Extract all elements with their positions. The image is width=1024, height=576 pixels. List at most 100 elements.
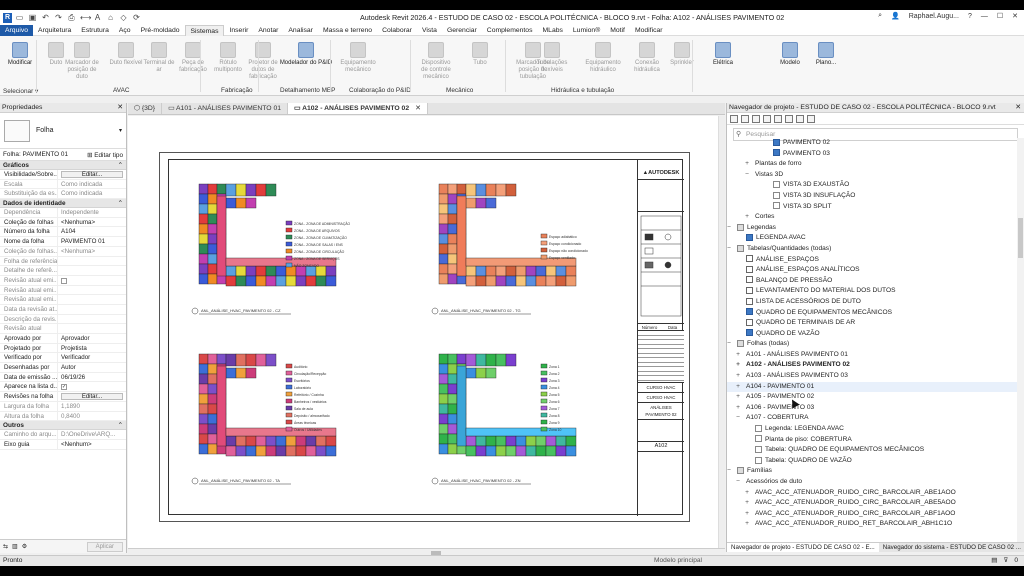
type-selector[interactable]: Folha ▾ xyxy=(0,113,126,149)
collapse-icon[interactable]: − xyxy=(727,244,733,255)
ribbon-button[interactable]: Marcador de posição de duto xyxy=(64,42,100,81)
expand-icon[interactable]: + xyxy=(734,371,742,382)
ribbon-group-label[interactable]: Detalhamento MEP xyxy=(280,87,335,94)
tab-inserir[interactable]: Inserir xyxy=(224,25,253,36)
filter-icon[interactable]: ⊽ xyxy=(1004,556,1009,566)
tab-lumion-[interactable]: Lumion® xyxy=(568,25,605,36)
ribbon-group-label[interactable]: Selecionar ▾ xyxy=(3,87,38,95)
ribbon-button[interactable]: Modificar xyxy=(2,42,38,67)
measure-icon[interactable]: ⟷ xyxy=(80,13,91,22)
tab-pr-moldado[interactable]: Pré-moldado xyxy=(136,25,185,36)
ribbon-group-label[interactable]: Colaboração do P&ID xyxy=(349,87,411,94)
browser-tree-item[interactable]: − Tabelas/Quantidades (todas) xyxy=(727,244,1017,255)
close-icon[interactable]: ✕ xyxy=(1012,12,1018,20)
ribbon-button[interactable]: Dispositivo de controle mecânico xyxy=(418,42,454,81)
model-selector[interactable]: Modelo principal xyxy=(654,556,702,566)
expand-icon[interactable]: + xyxy=(743,509,751,520)
expand-icon[interactable]: + xyxy=(734,350,742,361)
property-value[interactable]: Aprovador xyxy=(58,334,126,343)
ribbon-button[interactable]: Conexão hidráulica xyxy=(629,42,665,74)
tab-gerenciar[interactable]: Gerenciar xyxy=(442,25,482,36)
collapse-icon[interactable]: − xyxy=(727,339,733,350)
view-tab[interactable]: ▭ A101 - ANÁLISES PAVIMENTO 01 xyxy=(162,103,289,114)
worksets-icon[interactable]: ▤ xyxy=(991,556,997,566)
section-icon[interactable]: ◇ xyxy=(119,13,128,22)
expand-icon[interactable]: + xyxy=(743,488,751,499)
checkbox[interactable]: ✓ xyxy=(61,384,67,391)
property-checkbox[interactable] xyxy=(58,276,126,285)
property-value[interactable]: Verificador xyxy=(58,353,126,362)
browser-tree-item[interactable]: − Acessórios de duto xyxy=(727,477,1017,488)
save-icon[interactable]: ▣ xyxy=(28,13,37,22)
ribbon-button[interactable]: Modelo xyxy=(772,42,808,67)
property-value[interactable] xyxy=(58,266,126,275)
minimize-icon[interactable]: — xyxy=(981,13,988,20)
browser-tree-item[interactable]: Tabela: QUADRO DE EQUIPAMENTOS MECÂNICOS xyxy=(727,445,1017,456)
property-value[interactable]: <Nenhuma> xyxy=(58,247,126,256)
collapse-icon[interactable]: ⌃ xyxy=(118,199,123,208)
floor-plan-view[interactable]: Espaço adiabático Espaço condicionado Espa… xyxy=(431,183,588,315)
search-icon[interactable]: ⌕ xyxy=(878,12,882,20)
properties-help-icon[interactable]: ⇆ xyxy=(3,543,8,550)
edit-type-button[interactable]: ⊞ Editar tipo xyxy=(87,151,123,159)
property-value[interactable]: <Nenhum> xyxy=(58,440,126,449)
browser-tree-item[interactable]: LEGENDA AVAC xyxy=(727,233,1017,244)
browser-scrollbar[interactable] xyxy=(1017,138,1024,546)
close-icon[interactable]: ✕ xyxy=(117,103,123,113)
property-value[interactable]: <Nenhuma> xyxy=(58,218,126,227)
property-section[interactable]: Dados de identidade ⌃ xyxy=(0,199,126,209)
expand-icon[interactable]: + xyxy=(743,498,751,509)
ribbon-button[interactable]: Duto flexível xyxy=(108,42,144,67)
property-value[interactable] xyxy=(58,305,126,314)
property-value[interactable]: Como indicada xyxy=(58,189,126,198)
property-value[interactable]: 1,1890 xyxy=(58,402,126,411)
browser-tool-icon[interactable] xyxy=(763,114,771,123)
floor-plan-view[interactable]: Auditório Circulação/Recepção Escritórios L… xyxy=(191,353,337,485)
property-value[interactable]: Independente xyxy=(58,208,126,217)
open-icon[interactable]: ▭ xyxy=(15,13,24,22)
view-tab[interactable]: ▭ A102 - ANÁLISES PAVIMENTO 02 ✕ xyxy=(288,103,428,114)
browser-tree-item[interactable]: + A104 - PAVIMENTO 01 xyxy=(727,381,1017,393)
browser-tree-item[interactable]: Legenda: LEGENDA AVAC xyxy=(727,424,1017,435)
browser-tree-item[interactable]: + A106 - PAVIMENTO 03 xyxy=(727,403,1017,414)
property-value[interactable]: Autor xyxy=(58,363,126,372)
redo-icon[interactable]: ↷ xyxy=(54,13,63,22)
expand-icon[interactable]: + xyxy=(734,382,742,393)
edit-button[interactable]: Editar... xyxy=(61,393,123,400)
canvas-vertical-scrollbar[interactable] xyxy=(718,116,725,548)
browser-tree-item[interactable]: + A102 - ANÁLISES PAVIMENTO 02 xyxy=(727,360,1017,371)
property-value[interactable] xyxy=(58,315,126,324)
apply-button[interactable]: Aplicar xyxy=(86,541,123,552)
ribbon-button[interactable]: Elétrica xyxy=(705,42,741,67)
collapse-icon[interactable]: − xyxy=(727,223,733,234)
close-icon[interactable]: ✕ xyxy=(1015,103,1021,113)
tab-analisar[interactable]: Analisar xyxy=(283,25,318,36)
collapse-icon[interactable]: ⌃ xyxy=(118,161,123,170)
browser-tool-icon[interactable] xyxy=(741,114,749,123)
browser-tree-item[interactable]: + Plantas de forro xyxy=(727,159,1017,170)
browser-tree-item[interactable]: ANÁLISE_ESPAÇOS xyxy=(727,255,1017,266)
expand-icon[interactable]: + xyxy=(743,212,751,223)
filter-icon[interactable]: ▥ xyxy=(12,543,18,550)
revit-app-icon[interactable]: R xyxy=(3,12,12,23)
close-icon[interactable]: ✕ xyxy=(415,105,421,112)
browser-tree-item[interactable]: + AVAC_ACC_ATENUADOR_RUIDO_CIRC_BARCOLAIR… xyxy=(727,488,1017,499)
instance-label[interactable]: Folha: PAVIMENTO 01 xyxy=(3,151,68,158)
property-value[interactable]: D:\OneDrive\ARQ... xyxy=(58,430,126,439)
ribbon-button[interactable]: Tubulações flexíveis xyxy=(534,42,570,74)
browser-tree-item[interactable]: − Folhas (todas) xyxy=(727,339,1017,350)
browser-tree-item[interactable]: + Cortes xyxy=(727,212,1017,223)
collapse-icon[interactable]: − xyxy=(734,413,742,424)
browser-tree-item[interactable]: PAVIMENTO 03 xyxy=(727,149,1017,160)
browser-tree-item[interactable]: ANÁLISE_ESPAÇOS ANALÍTICOS xyxy=(727,265,1017,276)
property-checkbox[interactable]: ✓ xyxy=(58,382,126,391)
sync-icon[interactable]: ⟳ xyxy=(132,13,141,22)
tab-project-browser[interactable]: Navegador de projeto - ESTUDO DE CASO 02… xyxy=(727,543,879,552)
browser-tree-item[interactable]: − Legendas xyxy=(727,223,1017,234)
collapse-icon[interactable]: − xyxy=(727,466,733,477)
browser-tool-icon[interactable] xyxy=(730,114,738,123)
checkbox[interactable] xyxy=(61,277,67,284)
browser-tool-icon[interactable] xyxy=(752,114,760,123)
browser-tree-item[interactable]: VISTA 3D INSUFLAÇÃO xyxy=(727,191,1017,202)
user-icon[interactable]: 👤 xyxy=(891,12,900,20)
